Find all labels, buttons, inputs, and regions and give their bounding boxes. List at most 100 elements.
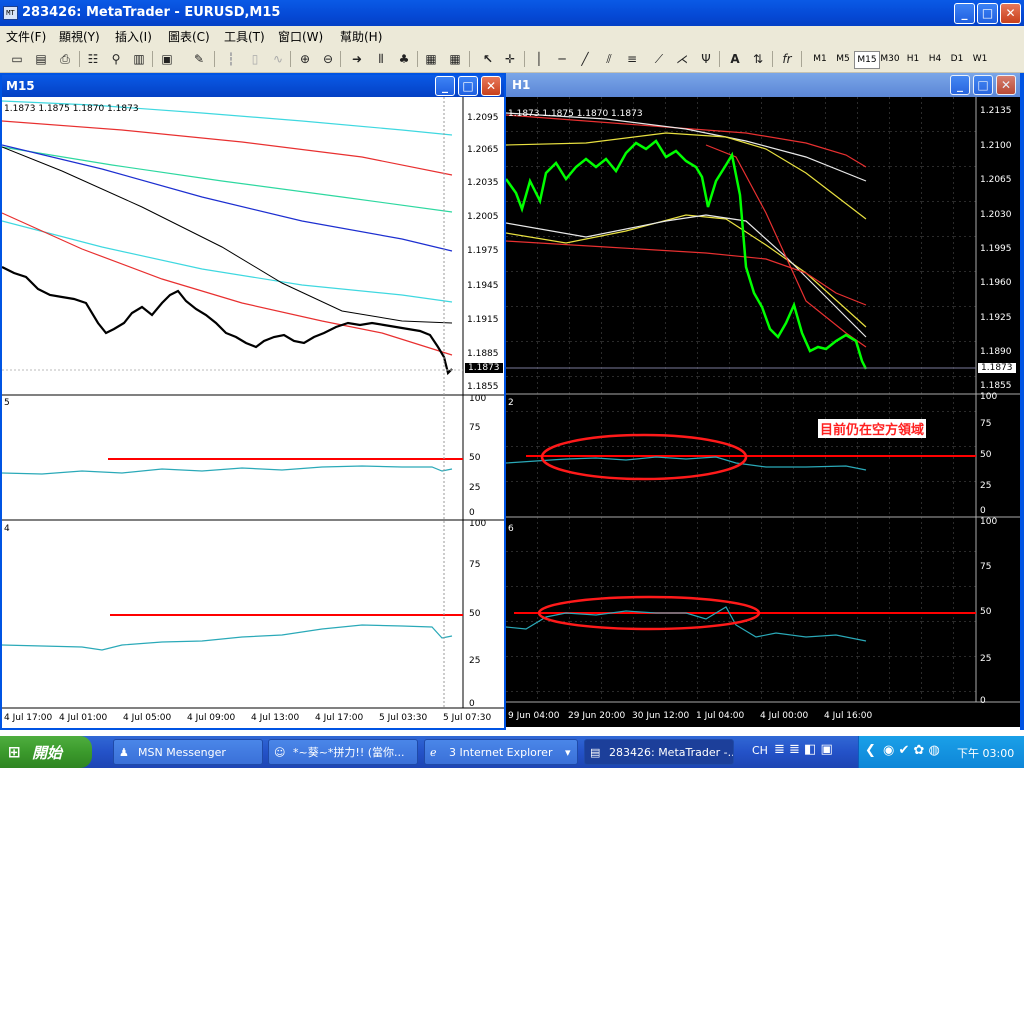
channel-icon[interactable]: ⫽ <box>600 50 618 68</box>
bar-chart-icon[interactable]: ┇ <box>222 50 240 68</box>
menu-insert[interactable]: 插入(I) <box>115 28 152 45</box>
periods-icon[interactable]: ▦ <box>422 50 440 68</box>
time-tick: 4 Jul 13:00 <box>251 713 300 723</box>
terminal-icon[interactable]: ▥ <box>130 50 148 68</box>
tray-expand-icon[interactable]: ❮ <box>865 743 876 758</box>
chart-close-button[interactable]: ✕ <box>481 76 501 96</box>
maximize-button[interactable]: □ <box>977 3 998 24</box>
minimize-button[interactable]: _ <box>954 3 975 24</box>
market-watch-icon[interactable]: ☷ <box>84 50 102 68</box>
indicator-2-label: 4 <box>4 524 10 534</box>
task-metatrader[interactable]: ▤ 283426: MetaTrader -... <box>584 739 734 765</box>
strategy-tester-icon[interactable]: ▣ <box>158 50 176 68</box>
ma-line-black <box>2 146 453 324</box>
ind-tick: 100 <box>469 519 487 529</box>
task-label: 3 Internet Explorer <box>449 746 553 759</box>
tf-h1[interactable]: H1 <box>902 51 924 67</box>
ma-line-cyan-2 <box>2 220 453 303</box>
tf-d1[interactable]: D1 <box>946 51 968 67</box>
ind-tick: 75 <box>980 419 992 429</box>
equidistant-icon[interactable]: ≡ <box>623 50 641 68</box>
price-tick: 1.2135 <box>980 106 1012 116</box>
ime-icon[interactable]: ≣ ≣ ◧ ▣ <box>774 742 833 757</box>
ind-tick: 25 <box>980 481 992 491</box>
price-tick: 1.1975 <box>467 246 499 256</box>
chart-shift-icon[interactable]: ⫴ <box>372 50 390 68</box>
annotation-text: 目前仍在空方領域 <box>818 419 927 438</box>
gann-icon[interactable]: ⟋ <box>650 50 668 68</box>
current-price-label: 1.1873 <box>978 363 1016 373</box>
language-indicator[interactable]: CH <box>752 744 768 757</box>
arrows-icon[interactable]: ⇅ <box>749 50 767 68</box>
navigator-icon[interactable]: ⚲ <box>107 50 125 68</box>
open-icon[interactable]: ▤ <box>32 50 50 68</box>
chart-window-h1[interactable]: H1 _ □ ✕ 1.1873 1.1875 1.1870 1.1873 1.2… <box>506 73 1020 727</box>
cursor-icon[interactable]: ↖ <box>479 50 497 68</box>
h1-chart-area[interactable] <box>506 97 1020 727</box>
zoom-out-icon[interactable]: ⊖ <box>319 50 337 68</box>
toolbar: ▭ ▤ ⎙ ☷ ⚲ ▥ ▣ ✎ ┇ ▯ ∿ ⊕ ⊖ ➜ ⫴ ♣ ▦ ▦ ↖ ✛ … <box>0 45 1024 73</box>
toolbar-separator <box>79 51 80 67</box>
window-border <box>1020 73 1024 730</box>
price-tick: 1.1885 <box>467 349 499 359</box>
tf-h4[interactable]: H4 <box>924 51 946 67</box>
tf-m30[interactable]: M30 <box>878 51 902 67</box>
start-button[interactable]: ⊞ 開始 <box>0 736 92 768</box>
crosshair-icon[interactable]: ✛ <box>501 50 519 68</box>
task-label: MSN Messenger <box>138 746 226 759</box>
chart-close-button[interactable]: ✕ <box>996 75 1016 95</box>
toolbar-separator <box>524 51 525 67</box>
menu-window[interactable]: 窗口(W) <box>278 28 323 45</box>
ohlc-readout: 1.1873 1.1875 1.1870 1.1873 <box>508 109 643 119</box>
tf-w1[interactable]: W1 <box>968 51 992 67</box>
print-icon[interactable]: ⎙ <box>56 50 74 68</box>
indicators-icon[interactable]: ♣ <box>395 50 413 68</box>
fibonacci-icon[interactable]: ⋌ <box>673 50 691 68</box>
chart-window-m15[interactable]: M15 _ □ ✕ 1.1873 1.1875 1.1870 1.1873 1.… <box>0 73 506 730</box>
task-msn[interactable]: ♟ MSN Messenger <box>113 739 263 765</box>
line-chart-icon[interactable]: ∿ <box>269 50 287 68</box>
new-chart-icon[interactable]: ▭ <box>8 50 26 68</box>
current-price-label: 1.1873 <box>465 363 503 373</box>
tf-m5[interactable]: M5 <box>832 51 854 67</box>
templates-icon[interactable]: ▦ <box>446 50 464 68</box>
price-tick: 1.2065 <box>467 145 499 155</box>
indicator-2-line <box>2 624 453 651</box>
close-button[interactable]: ✕ <box>1000 3 1021 24</box>
toolbar-separator <box>290 51 291 67</box>
chart-window-title: M15 <box>6 79 35 93</box>
text-icon[interactable]: A <box>726 50 744 68</box>
menu-charts[interactable]: 圖表(C) <box>168 28 210 45</box>
zoom-in-icon[interactable]: ⊕ <box>296 50 314 68</box>
time-tick: 5 Jul 03:30 <box>379 713 428 723</box>
m15-chart-area[interactable] <box>2 97 504 728</box>
tf-m1[interactable]: M1 <box>809 51 831 67</box>
time-tick: 30 Jun 12:00 <box>632 711 690 721</box>
chart-window-title-bar: M15 _ □ ✕ <box>2 75 504 97</box>
expert-icon[interactable]: ✎ <box>190 50 208 68</box>
taskbar: ⊞ 開始 ♟ MSN Messenger ☺ *~葵~*拼力!! (當你... ℯ3… <box>0 736 1024 768</box>
ind-tick: 75 <box>469 423 481 433</box>
tray-icons[interactable]: ◉ ✔ ✿ ◍ <box>883 743 940 758</box>
task-ie-group[interactable]: ℯ 3 Internet Explorer ▾ <box>424 739 578 765</box>
chart-maximize-button[interactable]: □ <box>973 75 993 95</box>
menu-tools[interactable]: 工具(T) <box>224 28 265 45</box>
menu-file[interactable]: 文件(F) <box>6 28 46 45</box>
fan-icon[interactable]: Ψ <box>697 50 715 68</box>
chart-minimize-button[interactable]: _ <box>950 75 970 95</box>
menu-bar: 文件(F) 顯視(Y) 插入(I) 圖表(C) 工具(T) 窗口(W) 幫助(H… <box>0 26 1024 45</box>
trendline-icon[interactable]: ╱ <box>576 50 594 68</box>
formula-icon[interactable]: fr <box>778 50 796 68</box>
horizontal-line-icon[interactable]: ─ <box>553 50 571 68</box>
menu-view[interactable]: 顯視(Y) <box>59 28 100 45</box>
autoscroll-icon[interactable]: ➜ <box>348 50 366 68</box>
tf-m15[interactable]: M15 <box>854 51 880 69</box>
vertical-line-icon[interactable]: │ <box>530 50 548 68</box>
candle-chart-icon[interactable]: ▯ <box>246 50 264 68</box>
task-chat[interactable]: ☺ *~葵~*拼力!! (當你... <box>268 739 418 765</box>
ind-tick: 0 <box>980 696 986 706</box>
chart-minimize-button[interactable]: _ <box>435 76 455 96</box>
ind-tick: 0 <box>469 699 475 709</box>
chart-maximize-button[interactable]: □ <box>458 76 478 96</box>
menu-help[interactable]: 幫助(H) <box>340 28 382 45</box>
